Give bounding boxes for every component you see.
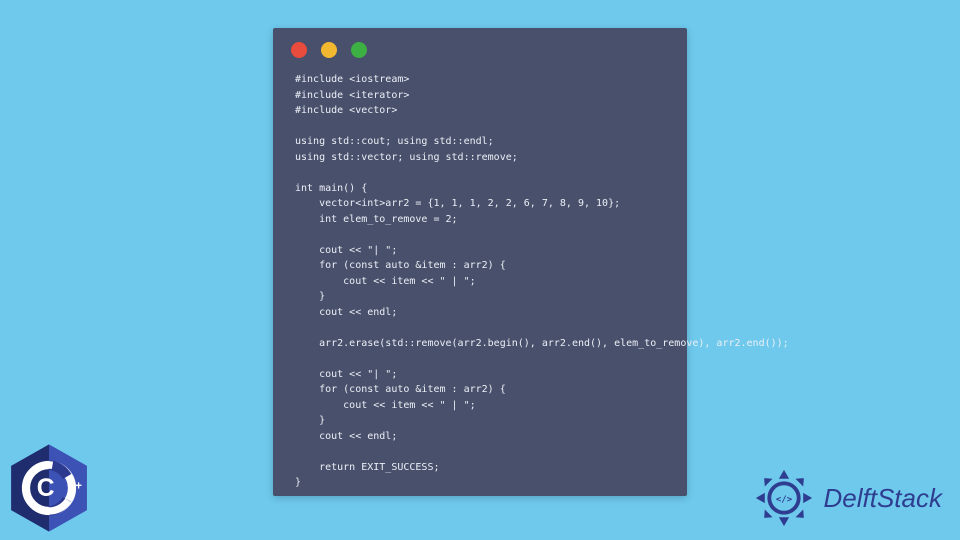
close-icon: [291, 42, 307, 58]
traffic-lights: [273, 28, 687, 68]
code-body: #include <iostream> #include <iterator> …: [273, 68, 687, 511]
brand: </> DelftStack: [752, 466, 943, 530]
code-window: #include <iostream> #include <iterator> …: [273, 28, 687, 496]
brand-name: DelftStack: [824, 483, 943, 514]
cpp-plus-text: +: [67, 481, 74, 493]
minimize-icon: [321, 42, 337, 58]
svg-text:+: +: [75, 481, 82, 493]
svg-text:</>: </>: [775, 495, 791, 505]
svg-text:C: C: [37, 475, 55, 502]
maximize-icon: [351, 42, 367, 58]
brand-seal-icon: </>: [752, 466, 816, 530]
cpp-logo-icon: C + +: [6, 442, 92, 534]
